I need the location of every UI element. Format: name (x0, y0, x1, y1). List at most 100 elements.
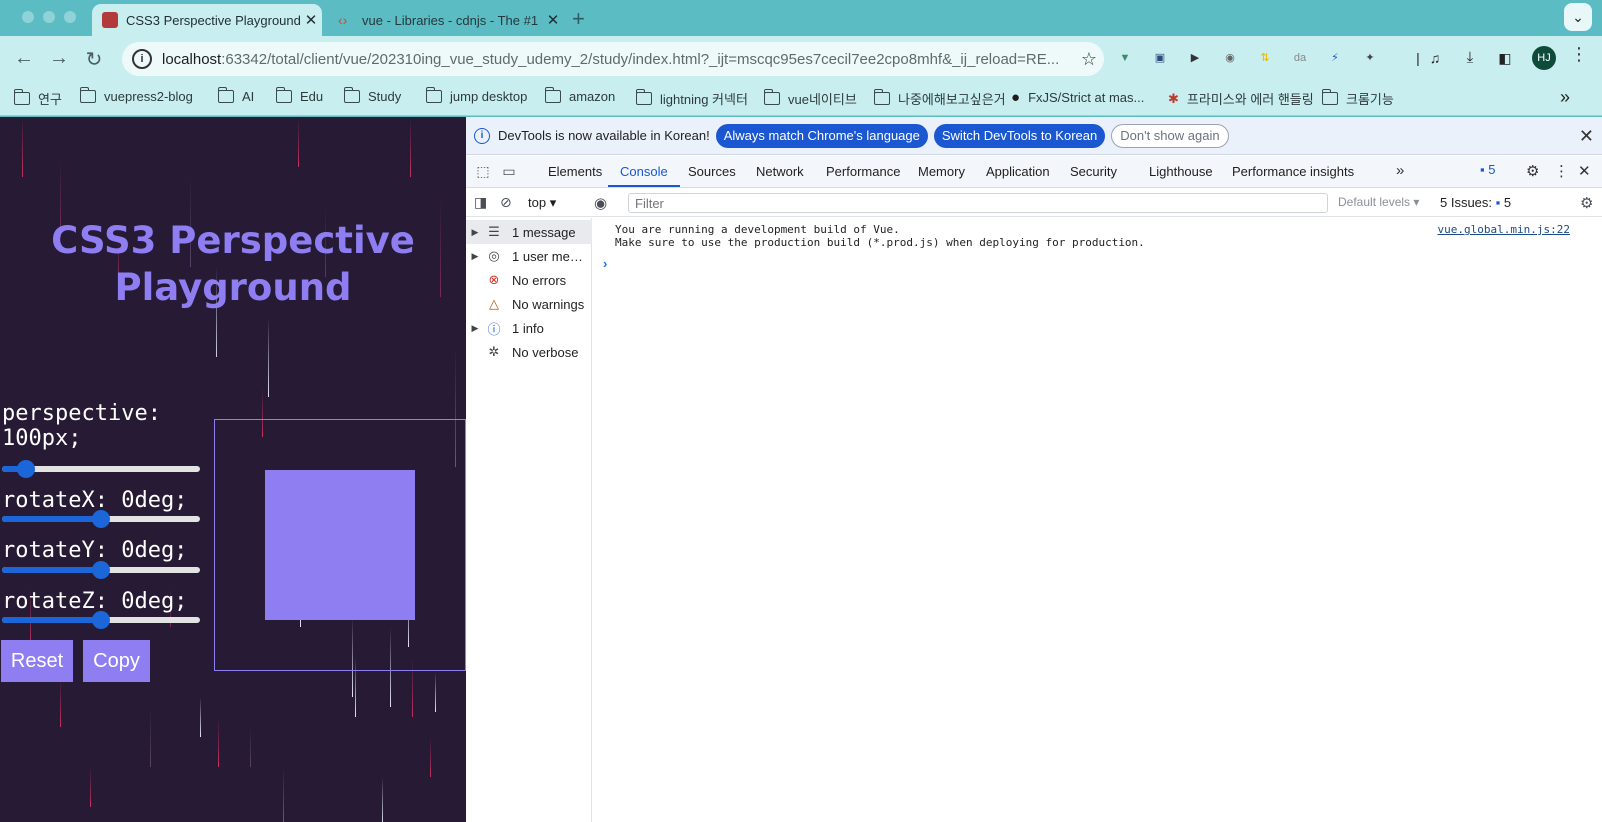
log-levels-dropdown[interactable]: Default levels ▾ (1338, 195, 1419, 209)
close-icon[interactable]: ✕ (1579, 126, 1594, 147)
reset-button[interactable]: Reset (1, 640, 73, 682)
bookmark-item[interactable]: jump desktop (426, 87, 527, 104)
bookmark-star-icon[interactable]: ☆ (1074, 49, 1104, 70)
switch-korean-button[interactable]: Switch DevTools to Korean (933, 123, 1106, 148)
bookmark-item[interactable]: ✱ 프라미스와 에러 핸들링 (1168, 89, 1314, 108)
rotatex-slider[interactable] (2, 510, 200, 528)
camera-icon[interactable]: ◉ (1220, 48, 1240, 68)
clear-console-icon[interactable]: ⊘ (500, 194, 512, 211)
info-icon: i (474, 127, 490, 144)
arrows-icon[interactable]: ⇅ (1255, 48, 1275, 68)
download-icon[interactable]: ⤓ (1460, 48, 1480, 68)
bolt-icon[interactable]: ⚡ (1325, 48, 1345, 68)
tab-memory[interactable]: Memory (918, 156, 965, 187)
user-icon: ◎ (488, 248, 500, 263)
tab-cdnjs[interactable]: ‹› vue - Libraries - cdnjs - The #1 free… (328, 4, 564, 36)
window-close-dot[interactable] (22, 11, 34, 23)
live-expression-eye-icon[interactable]: ◉ (594, 194, 607, 212)
bookmark-item[interactable]: ● FxJS/Strict at mas... (1011, 89, 1144, 106)
console-prompt[interactable]: › (603, 256, 607, 271)
match-language-button[interactable]: Always match Chrome's language (715, 123, 928, 148)
slider-thumb[interactable] (16, 460, 35, 478)
tab-security[interactable]: Security (1070, 156, 1117, 187)
address-bar[interactable]: i localhost:63342/total/client/vue/20231… (122, 42, 1104, 76)
slider-thumb[interactable] (92, 561, 110, 579)
window-minimize-dot[interactable] (43, 11, 55, 23)
tab-search-button[interactable]: ⌄ (1564, 3, 1592, 31)
message-source-link[interactable]: vue.global.min.js:22 (1438, 223, 1570, 236)
bookmark-label: 크롬기능 (1346, 92, 1394, 107)
bookmark-item[interactable]: vuepress2-blog (80, 87, 193, 104)
sidebar-item-list[interactable]: ▶ ☰ 1 message (466, 220, 592, 244)
sidebar-item-error[interactable]: ⊗ No errors (466, 268, 592, 292)
bookmarks-overflow-button[interactable]: » (1560, 87, 1570, 108)
sidebar-item-user[interactable]: ▶ ◎ 1 user messages (466, 244, 592, 268)
slider-thumb[interactable] (92, 510, 110, 528)
tab-css3-playground[interactable]: CSS3 Perspective Playground ✕ (92, 4, 322, 36)
expand-arrow-icon[interactable]: ▶ (466, 227, 484, 238)
bookmark-item[interactable]: amazon (545, 87, 615, 104)
bookmark-item[interactable]: 나중에해보고싶은거 (874, 89, 1006, 108)
reload-icon[interactable]: ↻ (82, 47, 106, 72)
tab-application[interactable]: Application (986, 156, 1050, 187)
bookmark-item[interactable]: vue네이티브 (764, 89, 857, 108)
puzzle-icon[interactable]: ✦ (1360, 48, 1380, 68)
issues-counter[interactable]: 5 Issues: ▪ 5 (1440, 195, 1511, 210)
bookmark-item[interactable]: lightning 커넥터 (636, 89, 748, 108)
vue-devtools-icon[interactable]: ▼ (1115, 48, 1135, 68)
window-zoom-dot[interactable] (64, 11, 76, 23)
player-icon[interactable]: ▶ (1185, 48, 1205, 68)
close-devtools-icon[interactable]: ✕ (1578, 162, 1591, 180)
chrome-menu-icon[interactable]: ⋮ (1570, 44, 1588, 65)
profile-avatar[interactable]: HJ (1532, 46, 1556, 70)
url-text[interactable]: localhost:63342/total/client/vue/202310i… (162, 51, 1074, 68)
inspect-element-icon[interactable]: ⬚ (474, 163, 492, 181)
da-icon[interactable]: da (1290, 48, 1310, 68)
sidebar-toggle-icon[interactable]: ◨ (474, 194, 487, 211)
console-settings-icon[interactable]: ⚙ (1580, 194, 1593, 212)
tab-elements[interactable]: Elements (548, 156, 602, 187)
expand-arrow-icon[interactable]: ▶ (466, 251, 484, 262)
bookmark-label: Edu (300, 89, 324, 104)
site-info-icon[interactable]: i (132, 49, 152, 69)
tab-close-icon[interactable]: ✕ (300, 11, 322, 29)
bookmark-item[interactable]: Study (344, 87, 401, 104)
sidebar-item-warning[interactable]: △ No warnings (466, 292, 592, 316)
forward-arrow-icon[interactable]: → (47, 47, 71, 70)
devtools-menu-icon[interactable]: ⋮ (1554, 162, 1569, 180)
rotatey-slider[interactable] (2, 561, 200, 579)
tab-lighthouse[interactable]: Lighthouse (1149, 156, 1213, 187)
copy-button[interactable]: Copy (83, 640, 150, 682)
dont-show-again-button[interactable]: Don't show again (1111, 123, 1229, 148)
sidebar-item-info[interactable]: ▶ ⓘ 1 info (466, 316, 592, 340)
desk-icon[interactable]: ▣ (1150, 48, 1170, 68)
rotatez-slider[interactable] (2, 611, 200, 629)
slider-thumb[interactable] (92, 611, 110, 629)
media-control-icon[interactable]: ♫ (1425, 48, 1445, 68)
back-arrow-icon[interactable]: ← (12, 47, 36, 70)
more-tabs-icon[interactable]: » (1396, 162, 1404, 179)
bookmark-item[interactable]: AI (218, 87, 254, 104)
filter-input[interactable] (628, 193, 1328, 213)
context-selector[interactable]: top ▾ (528, 195, 556, 211)
tab-performance[interactable]: Performance (826, 156, 900, 187)
tab-performance-insights[interactable]: Performance insights (1232, 156, 1354, 187)
sidebar-item-bug[interactable]: ✲ No verbose (466, 340, 592, 364)
device-toolbar-icon[interactable]: ▭ (500, 163, 518, 181)
folder-icon (874, 89, 890, 105)
tab-close-icon[interactable]: ✕ (542, 11, 564, 29)
tab-console[interactable]: Console (608, 156, 680, 187)
tab-sources[interactable]: Sources (688, 156, 736, 187)
expand-arrow-icon[interactable]: ▶ (466, 323, 484, 334)
tab-network[interactable]: Network (756, 156, 804, 187)
new-tab-button[interactable]: + (572, 6, 585, 32)
bookmark-item[interactable]: 연구 (14, 89, 62, 108)
settings-gear-icon[interactable]: ⚙ (1526, 162, 1539, 180)
issues-badge[interactable]: ▪ 5 (1480, 162, 1495, 177)
rain-streak (90, 767, 91, 807)
perspective-slider[interactable] (2, 460, 200, 478)
bookmark-item[interactable]: 크롬기능 (1322, 89, 1394, 108)
bookmark-item[interactable]: Edu (276, 87, 324, 104)
side-panel-icon[interactable]: ◧ (1495, 48, 1515, 68)
infobar-text: DevTools is now available in Korean! (498, 128, 710, 143)
